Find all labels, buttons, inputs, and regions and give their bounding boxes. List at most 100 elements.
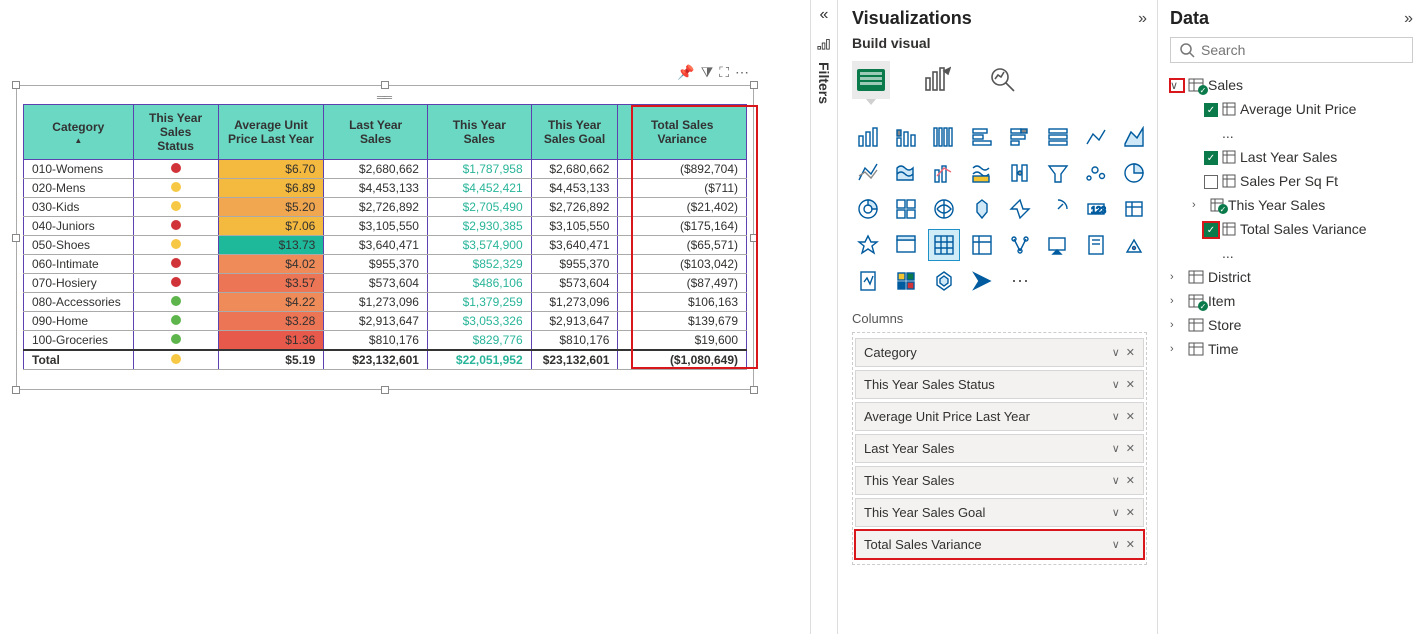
chevron-down-icon[interactable]: ∨ [1170,79,1184,92]
viz-type-icon[interactable] [966,229,998,261]
viz-type-icon[interactable] [1004,121,1036,153]
collapse-pane-icon[interactable]: » [1404,10,1413,28]
chevron-down-icon[interactable]: ∨ [1112,506,1120,519]
more-fields[interactable]: ... [1170,121,1413,145]
columns-field-well[interactable]: Category∨✕This Year Sales Status∨✕Averag… [852,332,1147,565]
table-row[interactable]: 070-Hosiery$3.57$573,604$486,106$573,604… [24,274,747,293]
resize-handle[interactable] [750,234,758,242]
viz-type-icon[interactable] [1042,229,1074,261]
chevron-down-icon[interactable]: ∨ [1112,378,1120,391]
table-time[interactable]: › Time [1170,337,1413,361]
viz-type-icon[interactable] [852,265,884,297]
col-header-var[interactable]: Total Sales Variance [618,105,747,160]
field-pill[interactable]: This Year Sales Goal∨✕ [855,498,1144,527]
field-average-unit-price[interactable]: ✓ Average Unit Price [1170,97,1413,121]
field-last-year-sales[interactable]: ✓ Last Year Sales [1170,145,1413,169]
chevron-right-icon[interactable]: › [1192,199,1206,211]
checkbox[interactable] [1204,175,1218,189]
col-header-goal[interactable]: This Year Sales Goal [531,105,618,160]
build-visual-tab[interactable] [852,61,890,99]
table-row[interactable]: 090-Home$3.28$2,913,647$3,053,326$2,913,… [24,312,747,331]
table-row[interactable]: 080-Accessories$4.22$1,273,096$1,379,259… [24,293,747,312]
checkbox[interactable]: ✓ [1204,103,1218,117]
field-pill[interactable]: Last Year Sales∨✕ [855,434,1144,463]
col-header-ly[interactable]: Last Year Sales [324,105,428,160]
viz-type-icon[interactable] [1004,157,1036,189]
more-fields[interactable]: ... [1170,241,1413,265]
viz-type-icon[interactable] [928,121,960,153]
chevron-right-icon[interactable]: › [1170,319,1184,331]
search-input[interactable] [1201,42,1404,58]
viz-type-icon[interactable] [928,193,960,225]
field-pill[interactable]: Total Sales Variance∨✕ [855,530,1144,559]
field-sales-per-sqft[interactable]: Sales Per Sq Ft [1170,169,1413,193]
viz-type-icon[interactable] [852,121,884,153]
resize-handle[interactable] [750,81,758,89]
col-header-avg[interactable]: Average Unit Price Last Year [218,105,324,160]
search-box[interactable] [1170,37,1413,63]
table-store[interactable]: › Store [1170,313,1413,337]
table-district[interactable]: › District [1170,265,1413,289]
chevron-right-icon[interactable]: › [1170,343,1184,355]
table-row[interactable]: 030-Kids$5.20$2,726,892$2,705,490$2,726,… [24,198,747,217]
viz-type-icon[interactable]: 123 [1080,193,1112,225]
viz-type-icon[interactable] [1042,193,1074,225]
field-pill[interactable]: Average Unit Price Last Year∨✕ [855,402,1144,431]
viz-type-icon[interactable] [966,193,998,225]
remove-field-icon[interactable]: ✕ [1126,474,1135,487]
viz-type-icon[interactable] [890,121,922,153]
field-total-sales-variance[interactable]: ✓ Total Sales Variance [1170,217,1413,241]
viz-type-icon[interactable] [1080,157,1112,189]
resize-handle[interactable] [12,386,20,394]
resize-handle[interactable] [12,81,20,89]
viz-type-icon[interactable] [1004,229,1036,261]
filter-icon[interactable]: ⧩ [701,64,714,81]
chevron-down-icon[interactable]: ∨ [1112,346,1120,359]
viz-type-icon[interactable] [1004,193,1036,225]
viz-type-icon[interactable] [966,157,998,189]
table-row[interactable]: 010-Womens$6.70$2,680,662$1,787,958$2,68… [24,160,747,179]
collapse-pane-icon[interactable]: » [1138,10,1147,28]
chevron-right-icon[interactable]: › [1170,271,1184,283]
viz-type-icon[interactable] [928,157,960,189]
table-row[interactable]: 100-Groceries$1.36$810,176$829,776$810,1… [24,331,747,351]
drag-handle-icon[interactable]: ══ [377,90,390,104]
more-options-icon[interactable]: ⋯ [735,64,749,81]
viz-type-icon[interactable] [1080,121,1112,153]
resize-handle[interactable] [750,386,758,394]
table-item[interactable]: › Item [1170,289,1413,313]
format-visual-tab[interactable] [918,61,956,99]
table-row[interactable]: 040-Juniors$7.06$3,105,550$2,930,385$3,1… [24,217,747,236]
viz-type-icon[interactable] [852,193,884,225]
resize-handle[interactable] [12,234,20,242]
viz-type-icon[interactable] [1118,121,1150,153]
viz-type-icon[interactable] [966,121,998,153]
field-pill[interactable]: This Year Sales∨✕ [855,466,1144,495]
viz-type-icon[interactable] [1042,157,1074,189]
viz-type-icon[interactable] [852,229,884,261]
viz-type-icon[interactable] [1118,229,1150,261]
expand-filters-icon[interactable]: « [820,6,829,24]
chevron-down-icon[interactable]: ∨ [1112,410,1120,423]
filters-pane-collapsed[interactable]: « Filters [810,0,838,634]
table-row[interactable]: 050-Shoes$13.73$3,640,471$3,574,900$3,64… [24,236,747,255]
analytics-tab[interactable] [984,61,1022,99]
more-visuals-icon[interactable]: ⋯ [1004,265,1036,297]
chevron-down-icon[interactable]: ∨ [1112,538,1120,551]
remove-field-icon[interactable]: ✕ [1126,506,1135,519]
viz-type-icon[interactable] [890,229,922,261]
chevron-right-icon[interactable]: › [1170,295,1184,307]
report-canvas[interactable]: ══ 📌 ⧩ ⛶ ⋯ Category▲ This Year Sales Sta… [0,0,810,634]
viz-type-icon[interactable] [890,265,922,297]
chevron-down-icon[interactable]: ∨ [1112,442,1120,455]
checkbox[interactable]: ✓ [1204,223,1218,237]
viz-type-icon[interactable] [928,265,960,297]
resize-handle[interactable] [381,386,389,394]
viz-type-icon[interactable] [928,229,960,261]
viz-type-icon[interactable] [1118,157,1150,189]
pin-icon[interactable]: 📌 [677,64,694,81]
remove-field-icon[interactable]: ✕ [1126,442,1135,455]
remove-field-icon[interactable]: ✕ [1126,538,1135,551]
checkbox[interactable]: ✓ [1204,151,1218,165]
viz-type-icon[interactable] [1080,229,1112,261]
